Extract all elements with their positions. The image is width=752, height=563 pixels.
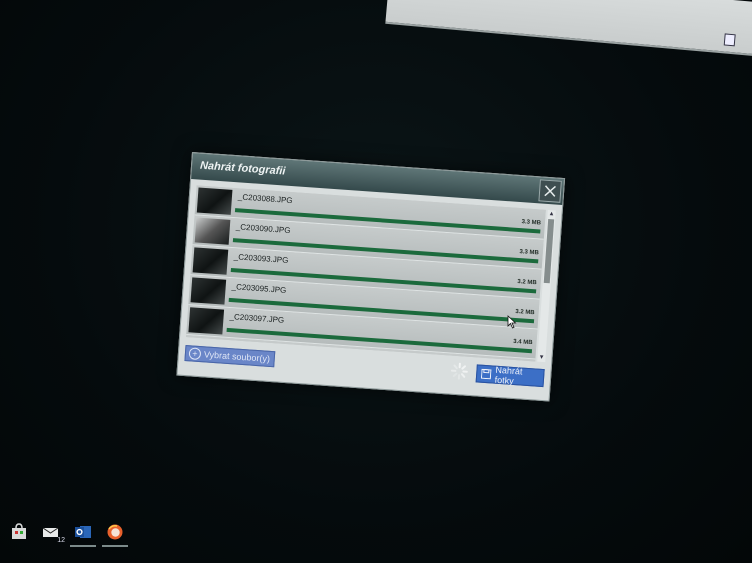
taskbar-store-button[interactable] xyxy=(10,523,28,541)
dialog-title: Nahrát fotografii xyxy=(199,159,286,178)
store-bag-icon xyxy=(12,523,26,539)
upload-photos-label: Nahrát fotky xyxy=(494,364,523,386)
file-thumbnail xyxy=(192,247,229,275)
scroll-down-icon[interactable]: ▼ xyxy=(537,354,546,363)
file-thumbnail xyxy=(188,307,225,335)
file-name: _C203097.JPG xyxy=(229,312,285,325)
loading-spinner-icon xyxy=(450,362,468,380)
upload-photos-button[interactable]: Nahrát fotky xyxy=(475,364,545,388)
floppy-disk-icon xyxy=(480,368,492,380)
taskbar-firefox-button[interactable] xyxy=(102,523,128,547)
upload-photos-dialog: Nahrát fotografii _C203088.JPG 3.3 MB _C20… xyxy=(176,152,566,402)
file-list[interactable]: _C203088.JPG 3.3 MB _C203090.JPG 3.3 MB _C20… xyxy=(186,185,546,362)
scroll-up-icon[interactable]: ▲ xyxy=(547,210,556,219)
file-name: _C203093.JPG xyxy=(233,252,289,265)
select-files-button[interactable]: + Vybrat soubor(y) xyxy=(184,345,276,368)
file-name: _C203088.JPG xyxy=(237,192,293,206)
file-size: 3.2 MB xyxy=(515,308,535,317)
mail-count-badge: 12 xyxy=(57,537,65,544)
taskbar-outlook-button[interactable] xyxy=(70,523,96,547)
select-files-label: Vybrat soubor(y) xyxy=(203,349,271,364)
close-button[interactable] xyxy=(538,179,562,203)
file-size: 3.3 MB xyxy=(519,249,539,257)
firefox-icon xyxy=(107,524,123,540)
file-size: 3.2 MB xyxy=(517,279,537,287)
file-size: 3.3 MB xyxy=(521,219,542,227)
close-icon xyxy=(544,185,556,197)
background-window xyxy=(385,0,752,61)
file-name: _C203095.JPG xyxy=(231,282,287,295)
mouse-cursor-icon xyxy=(507,315,517,329)
taskbar: 12 xyxy=(10,518,128,547)
file-size: 3.4 MB xyxy=(512,338,533,347)
scroll-thumb[interactable] xyxy=(543,219,555,284)
outlook-icon xyxy=(75,526,91,538)
taskbar-mail-button[interactable]: 12 xyxy=(42,523,65,544)
file-name: _C203090.JPG xyxy=(235,222,291,236)
file-thumbnail xyxy=(196,187,233,215)
document-icon xyxy=(723,33,736,47)
desktop: Nahrát fotografii _C203088.JPG 3.3 MB _C20… xyxy=(0,0,752,563)
file-thumbnail xyxy=(190,277,227,305)
file-thumbnail xyxy=(194,217,231,245)
plus-circle-icon: + xyxy=(188,347,202,361)
